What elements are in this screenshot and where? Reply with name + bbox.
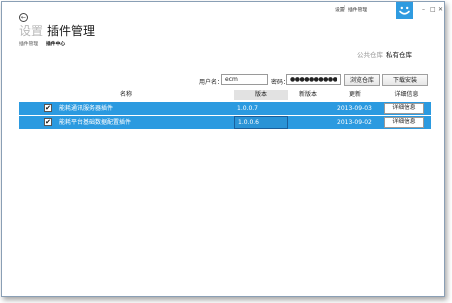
close-button[interactable]: ✕	[438, 6, 443, 13]
breadcrumb-plugin-management[interactable]: 插件管理	[19, 40, 38, 47]
plugin-name: 能耗平台基础数据配置插件	[59, 119, 132, 126]
browse-repo-button[interactable]: 浏览仓库	[344, 74, 380, 86]
titlebar-separator: |	[344, 6, 346, 11]
public-repo-tab[interactable]: 公共仓库	[357, 49, 383, 59]
maximize-button[interactable]: □	[430, 6, 436, 13]
download-install-button[interactable]: 下载安装	[382, 74, 428, 86]
plugin-version: 1.0.0.6	[234, 116, 288, 129]
title-bar: 设置 | 插件管理 – □ ✕	[2, 2, 444, 20]
plugin-updated: 2013-09-03	[337, 105, 372, 112]
column-header-version[interactable]: 版本	[234, 90, 288, 100]
page-title-setting[interactable]: 设置	[19, 22, 43, 39]
back-arrow-icon[interactable]: ←	[19, 13, 28, 22]
page-title: 插件管理	[47, 24, 96, 38]
plugin-management-link[interactable]: 插件管理	[348, 6, 367, 13]
plugin-version: 1.0.0.7	[237, 105, 258, 112]
table-header: 名称 版本 新版本 更新 详细信息	[19, 90, 431, 100]
details-button[interactable]: 详细信息	[384, 117, 424, 128]
row-checkbox[interactable]: ✔	[44, 104, 52, 112]
plugin-updated: 2013-09-02	[337, 119, 372, 126]
username-label: 用户名：	[199, 79, 224, 86]
table-row[interactable]: ✔ 能耗平台基础数据配置插件 1.0.0.6 2013-09-02 详细信息	[19, 116, 431, 129]
username-input[interactable]	[221, 74, 268, 85]
column-header-name[interactable]: 名称	[19, 90, 233, 100]
column-header-details[interactable]: 详细信息	[382, 90, 431, 100]
row-checkbox[interactable]: ✔	[44, 118, 52, 126]
app-window: 设置 | 插件管理 – □ ✕ ← 设置 插件管理 插件管理 插件中心 公共仓库…	[1, 1, 445, 297]
breadcrumb-plugin-center[interactable]: 插件中心	[46, 40, 65, 47]
smiley-face-icon	[396, 2, 413, 19]
private-repo-tab[interactable]: 私有仓库	[386, 49, 412, 59]
plugin-name: 能耗通讯服务器插件	[59, 105, 114, 112]
details-button[interactable]: 详细信息	[384, 103, 424, 114]
table-row[interactable]: ✔ 能耗通讯服务器插件 1.0.0.7 2013-09-03 详细信息	[19, 102, 431, 115]
password-input[interactable]	[286, 74, 341, 85]
minimize-button[interactable]: –	[422, 6, 425, 13]
column-header-new-version[interactable]: 新版本	[288, 90, 328, 100]
column-header-updated[interactable]: 更新	[328, 90, 382, 100]
